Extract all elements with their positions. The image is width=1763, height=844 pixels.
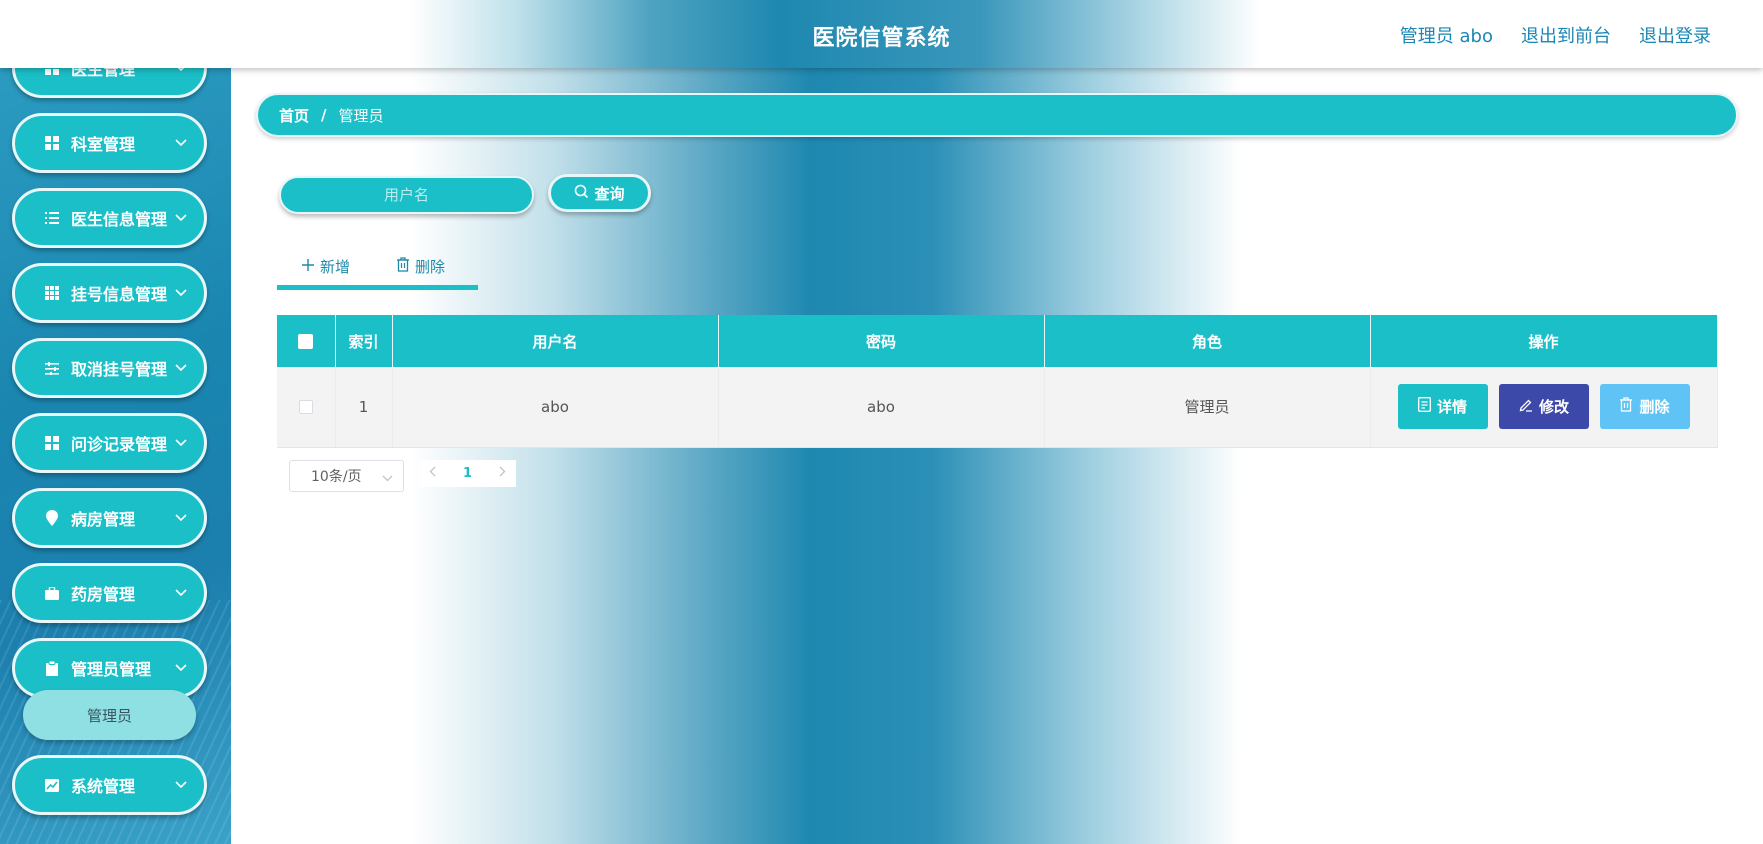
detail-button-label: 详情 [1436, 398, 1467, 417]
chevron-down-icon [174, 139, 188, 147]
search-icon [574, 184, 589, 203]
next-page-icon[interactable] [499, 466, 506, 481]
column-header-index: 索引 [335, 315, 393, 367]
chevron-down-icon [382, 470, 393, 486]
cell-username: abo [392, 367, 719, 448]
batch-delete-button-label: 删除 [415, 258, 446, 276]
sidebar-item-ward-management[interactable]: 病房管理 [12, 488, 207, 548]
sidebar-item-cancel-registration-management[interactable]: 取消挂号管理 [12, 338, 207, 398]
sidebar-item-label: 科室管理 [71, 135, 136, 154]
delete-button[interactable]: 删除 [1599, 384, 1690, 430]
sidebar-item-label: 问诊记录管理 [71, 435, 168, 454]
add-button[interactable]: 新增 [301, 256, 350, 277]
sidebar-item-label: 管理员管理 [71, 660, 152, 679]
row-select-cell [277, 367, 336, 448]
sidebar-item-doctor-info-management[interactable]: 医生信息管理 [12, 188, 207, 248]
edit-button-label: 修改 [1538, 398, 1569, 417]
chevron-down-icon [174, 514, 188, 522]
plus-icon [301, 258, 315, 276]
current-user-link[interactable]: 管理员 abo [1400, 22, 1493, 48]
header-links: 管理员 abo 退出到前台 退出登录 [1400, 22, 1711, 48]
breadcrumb-home[interactable]: 首页 [279, 105, 309, 126]
sidebar-item-pharmacy-management[interactable]: 药房管理 [12, 563, 207, 623]
sidebar-item-label: 系统管理 [71, 777, 136, 796]
action-bar: 新增 删除 [277, 248, 478, 290]
cell-index: 1 [335, 367, 393, 448]
sidebar-item-label: 医生信息管理 [71, 210, 168, 229]
sidebar-item-system-management[interactable]: 系统管理 [12, 755, 207, 815]
breadcrumb: 首页 / 管理员 [256, 93, 1738, 137]
sidebar-item-label: 挂号信息管理 [71, 285, 168, 304]
chevron-down-icon [174, 289, 188, 297]
grid-icon [43, 436, 61, 450]
table-header-row: 索引 用户名 密码 角色 操作 [277, 315, 1718, 367]
chevron-down-icon [174, 589, 188, 597]
grid-icon [43, 136, 61, 150]
sidebar-item-department-management[interactable]: 科室管理 [12, 113, 207, 173]
edit-button[interactable]: 修改 [1498, 384, 1589, 430]
row-checkbox[interactable] [298, 400, 313, 415]
admin-table: 索引 用户名 密码 角色 操作 1 abo abo 管理员 详情 修改 删除 [277, 315, 1718, 448]
prev-page-icon[interactable] [429, 466, 436, 481]
batch-delete-button[interactable]: 删除 [396, 256, 445, 277]
breadcrumb-separator: / [321, 106, 327, 124]
detail-button[interactable]: 详情 [1397, 384, 1488, 430]
sidebar-item-label: 病房管理 [71, 510, 136, 529]
sidebar-item-label: 取消挂号管理 [71, 360, 168, 379]
location-icon [43, 510, 61, 526]
column-header-username: 用户名 [392, 315, 719, 367]
sidebar: 医生管理 科室管理 医生信息管理 挂号信息管理 取消挂号管理 问诊记录管理 病房… [0, 0, 231, 844]
sidebar-item-admin-management[interactable]: 管理员管理 [12, 638, 207, 698]
sidebar-item-label: 药房管理 [71, 585, 136, 604]
delete-button-label: 删除 [1639, 398, 1670, 417]
page-number-current[interactable]: 1 [463, 466, 472, 481]
chevron-down-icon [174, 664, 188, 672]
clipboard-icon [43, 660, 61, 676]
submenu-item-label: 管理员 [86, 706, 132, 725]
sidebar-item-consultation-record-management[interactable]: 问诊记录管理 [12, 413, 207, 473]
column-header-role: 角色 [1044, 315, 1371, 367]
cell-operations: 详情 修改 删除 [1370, 367, 1718, 448]
list-icon [43, 212, 61, 224]
chevron-down-icon [174, 214, 188, 222]
trash-icon [396, 257, 410, 276]
submenu-item-admin[interactable]: 管理员 [23, 690, 196, 740]
sidebar-item-registration-management[interactable]: 挂号信息管理 [12, 263, 207, 323]
select-all-cell [277, 315, 336, 367]
chevron-down-icon [174, 364, 188, 372]
breadcrumb-current: 管理员 [338, 106, 384, 125]
column-header-operations: 操作 [1370, 315, 1718, 367]
cell-role: 管理员 [1044, 367, 1371, 448]
trash-icon [1619, 397, 1633, 416]
sliders-icon [43, 361, 61, 375]
top-header: 医院信管系统 管理员 abo 退出到前台 退出登录 [0, 0, 1763, 68]
edit-icon [1518, 397, 1533, 416]
page-size-select[interactable]: 10条/页 [289, 460, 404, 492]
select-all-checkbox[interactable] [298, 334, 314, 349]
cell-password: abo [718, 367, 1045, 448]
pagination: 1 [419, 460, 516, 487]
logout-link[interactable]: 退出登录 [1639, 22, 1711, 48]
briefcase-icon [43, 586, 61, 600]
page-size-value: 10条/页 [311, 469, 362, 485]
table-row: 1 abo abo 管理员 详情 修改 删除 [277, 367, 1718, 448]
search-button[interactable]: 查询 [548, 174, 651, 212]
document-icon [1418, 397, 1431, 416]
column-header-password: 密码 [718, 315, 1045, 367]
chevron-down-icon [174, 781, 188, 789]
add-button-label: 新增 [320, 258, 351, 276]
go-to-frontend-link[interactable]: 退出到前台 [1521, 22, 1611, 48]
username-search-input[interactable] [279, 176, 534, 214]
search-button-label: 查询 [594, 184, 625, 203]
chart-icon [43, 778, 61, 792]
chevron-down-icon [174, 439, 188, 447]
apps-icon [43, 286, 61, 300]
